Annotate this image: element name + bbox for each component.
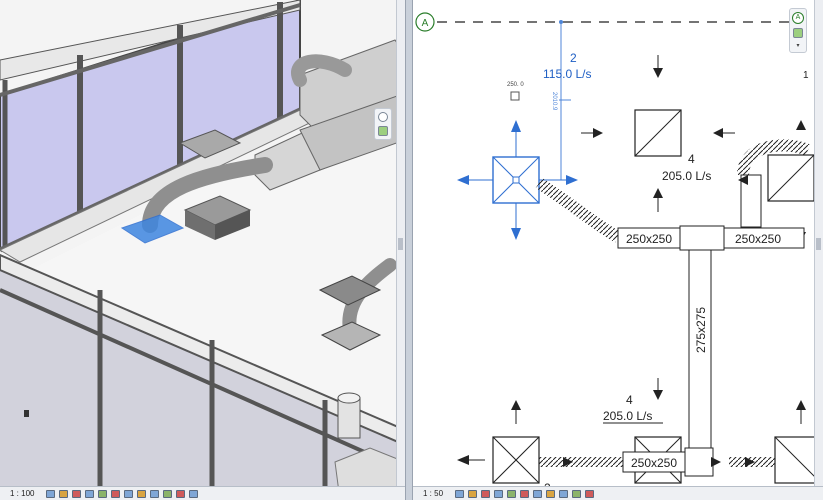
analytical-model-icon[interactable] [176, 489, 186, 498]
3d-view-pane[interactable]: 1 : 100 [0, 0, 405, 500]
terminal-count-bottom: 4 [626, 393, 633, 407]
highlight-icon[interactable] [585, 489, 595, 498]
terminal-diagonal [634, 109, 682, 157]
chevron-down-icon[interactable]: ▾ [796, 42, 799, 49]
duct-size-bottom: 250x250 [631, 456, 677, 470]
view-splitter[interactable] [405, 0, 413, 500]
terminal-flow-bottom[interactable]: 205.0 L/s [603, 409, 652, 423]
duct-tee[interactable] [679, 225, 725, 251]
view-scale[interactable]: 1 : 100 [10, 489, 34, 498]
analytical-model-icon[interactable] [572, 489, 582, 498]
navigation-bar-plan[interactable]: A ▾ [789, 8, 807, 53]
flow-arrow-icon [796, 120, 806, 130]
show-crop-icon[interactable] [124, 489, 134, 498]
3d-model-canvas[interactable] [0, 0, 405, 500]
lock-view-icon[interactable] [137, 489, 147, 498]
flow-arrow-icon [457, 455, 469, 465]
grip-arrow-up-icon[interactable] [511, 120, 521, 132]
terminal-diagonal [767, 154, 815, 202]
render-icon[interactable] [98, 489, 108, 498]
hide-isolate-icon[interactable] [546, 489, 556, 498]
visual-style-icon[interactable] [59, 489, 69, 498]
grip-arrow-down-icon[interactable] [511, 228, 521, 240]
shadows-icon[interactable] [494, 489, 504, 498]
grip-arrow-left-icon[interactable] [457, 175, 469, 185]
crop-view-icon[interactable] [507, 489, 517, 498]
grip-arrow-right-icon[interactable] [566, 175, 578, 185]
flow-arrow-icon [738, 175, 748, 185]
sun-path-icon[interactable] [481, 489, 491, 498]
steering-wheel-icon[interactable] [378, 112, 388, 122]
insertion-grip[interactable] [512, 176, 520, 184]
sun-path-icon[interactable] [72, 489, 82, 498]
view-cube-home-icon[interactable]: A [792, 12, 804, 24]
flex-duct-plan[interactable] [535, 177, 621, 243]
visual-style-icon[interactable] [468, 489, 478, 498]
dimension-endpoint[interactable] [559, 20, 563, 24]
crop-view-icon[interactable] [111, 489, 121, 498]
view-scale[interactable]: 1 : 50 [423, 489, 443, 498]
plan-vertical-scrollbar[interactable] [814, 0, 823, 486]
terminal-flow-selected[interactable]: 115.0 L/s [543, 67, 591, 81]
terminal-count-top: 4 [688, 152, 695, 166]
column-top [337, 392, 361, 404]
view-control-bar-3d: 1 : 100 [0, 486, 405, 500]
reveal-hidden-icon[interactable] [163, 489, 173, 498]
view-control-bar-plan: 1 : 50 [413, 486, 823, 500]
scroll-thumb[interactable] [398, 238, 403, 250]
terminal-count-selected: 2 [570, 51, 577, 65]
floor-plan-canvas[interactable]: A 2 115.0 L/s 250. 0 2010.9 4 205.0 L/s [413, 0, 823, 500]
hide-isolate-icon[interactable] [150, 489, 160, 498]
3d-vertical-scrollbar[interactable] [396, 0, 405, 486]
vertical-dimension[interactable]: 2010.9 [551, 92, 557, 111]
duct-size-left: 250x250 [626, 232, 672, 246]
scroll-thumb[interactable] [816, 238, 821, 250]
detail-level-icon[interactable] [46, 489, 56, 498]
zoom-icon[interactable] [793, 28, 803, 38]
grid-bubble-label: A [422, 18, 429, 29]
terminal-flow-top[interactable]: 205.0 L/s [662, 169, 711, 183]
corner-count: 1 [803, 70, 809, 81]
flow-arrow-icon [711, 457, 721, 467]
tag-symbol [510, 91, 520, 101]
duct-size-main: 275x275 [694, 307, 708, 353]
floor-plan-pane[interactable]: A 2 115.0 L/s 250. 0 2010.9 4 205.0 L/s [413, 0, 823, 500]
shadows-icon[interactable] [85, 489, 95, 498]
terminal-temp-label: 250. 0 [507, 82, 524, 88]
reveal-hidden-icon[interactable] [559, 489, 569, 498]
column [337, 397, 361, 439]
level-marker [24, 410, 29, 417]
detail-level-icon[interactable] [455, 489, 465, 498]
zoom-icon[interactable] [378, 126, 388, 136]
duct-size-right: 250x250 [735, 232, 781, 246]
show-crop-icon[interactable] [520, 489, 530, 498]
lock-view-icon[interactable] [533, 489, 543, 498]
navigation-bar-3d[interactable] [374, 108, 392, 140]
highlight-icon[interactable] [189, 489, 199, 498]
duct-tee-bottom[interactable] [684, 447, 714, 477]
